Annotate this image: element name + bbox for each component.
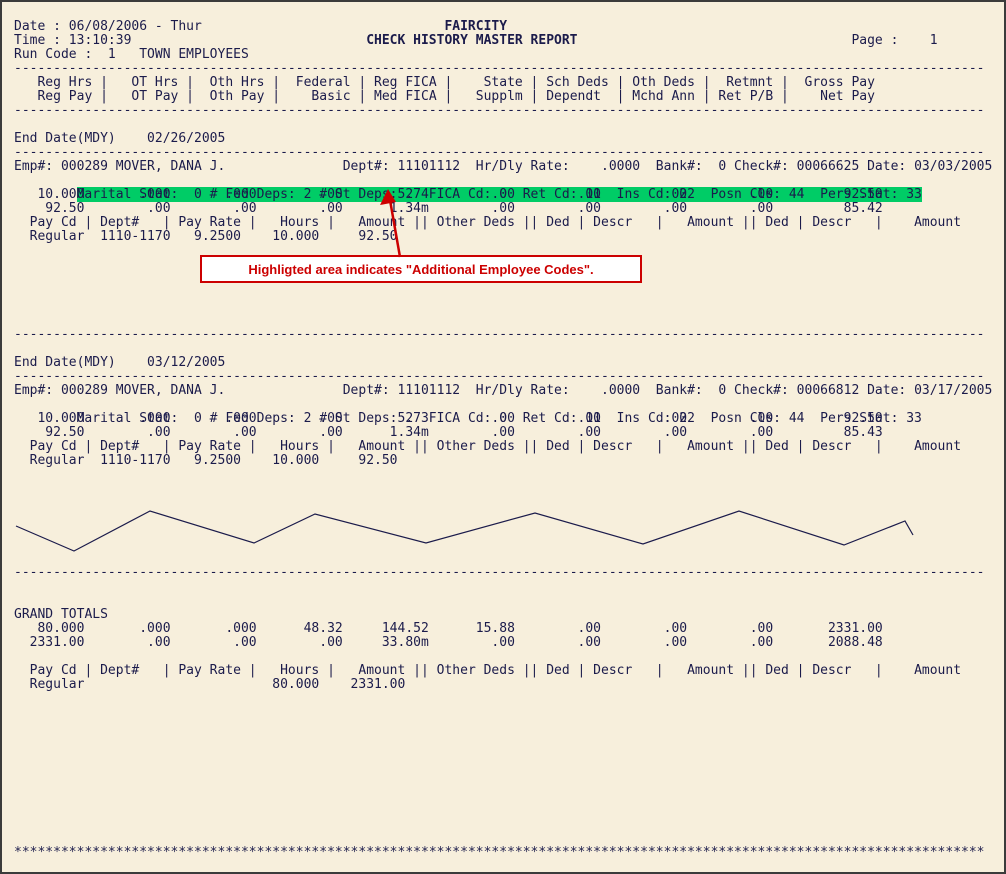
grand-totals-label: GRAND TOTALS — [14, 608, 992, 622]
end-date-label: End Date(MDY) — [14, 132, 116, 146]
pay-totals-row: 10.000 .000 .000 .00 5.74 .00 .00 .00 .0… — [14, 188, 992, 202]
pay-detail-header: Pay Cd | Dept# | Pay Rate | Hours | Amou… — [14, 216, 992, 230]
report-date: Date : 06/08/2006 - Thur — [14, 20, 202, 34]
page-break-zigzag — [12, 498, 914, 560]
pay-totals-row: 10.000 .000 .000 .00 5.73 .00 .00 .00 .0… — [14, 412, 992, 426]
pay-detail-header: Pay Cd | Dept# | Pay Rate | Hours | Amou… — [14, 664, 992, 678]
employee-codes-line-highlighted: Marital Stat: 0 # Fed Deps: 2 # St Deps:… — [14, 174, 992, 188]
report-time-title-line: Time : 13:10:39 CHECK HISTORY MASTER REP… — [14, 34, 992, 48]
pay-totals-row: 92.50 .00 .00 .00 1.34m .00 .00 .00 .00 … — [14, 202, 992, 216]
report-date-line: Date : 06/08/2006 - Thur FAIRCITY — [14, 20, 992, 34]
annotation-box: Highligted area indicates "Additional Em… — [200, 255, 642, 283]
pay-totals-row: 92.50 .00 .00 .00 1.34m .00 .00 .00 .00 … — [14, 426, 992, 440]
end-date-line-1: End Date(MDY) 02/26/2005 — [14, 132, 992, 146]
pay-detail-row: Regular 1110-1170 9.2500 10.000 92.50 — [14, 230, 992, 244]
employee-codes-line: Marital Stat: 0 # Fed Deps: 2 # St Deps:… — [14, 398, 992, 412]
employee-dept-check-info: Dept#: 11101112 Hr/Dly Rate: .0000 Bank#… — [343, 160, 993, 174]
annotation-text: Highligted area indicates "Additional Em… — [248, 262, 593, 277]
spacer — [14, 342, 992, 356]
grand-totals-row: 80.000 .000 .000 48.32 144.52 15.88 .00 … — [14, 622, 992, 636]
asterisk-footer: ****************************************… — [14, 846, 992, 860]
separator-dash: ----------------------------------------… — [14, 370, 992, 384]
spacer — [14, 692, 992, 846]
spacer — [14, 580, 992, 608]
end-date-label: End Date(MDY) — [14, 356, 116, 370]
spacer — [14, 650, 992, 664]
employee-header-2: Emp#: 000289 MOVER, DANA J. Dept#: 11101… — [14, 384, 992, 398]
pay-detail-row: Regular 1110-1170 9.2500 10.000 92.50 — [14, 454, 992, 468]
end-date-line-2: End Date(MDY) 03/12/2005 — [14, 356, 992, 370]
employee-header-1: Emp#: 000289 MOVER, DANA J. Dept#: 11101… — [14, 160, 992, 174]
check-history-report: Date : 06/08/2006 - Thur FAIRCITY Time :… — [2, 2, 1004, 872]
separator-dash: ----------------------------------------… — [14, 146, 992, 160]
column-headers-row-2: Reg Pay | OT Pay | Oth Pay | Basic | Med… — [14, 90, 992, 104]
separator-dash: ----------------------------------------… — [14, 62, 992, 76]
separator-dash: ----------------------------------------… — [14, 104, 992, 118]
annotation-arrow-icon — [374, 188, 410, 260]
pay-detail-header: Pay Cd | Dept# | Pay Rate | Hours | Amou… — [14, 440, 992, 454]
employee-id-name: Emp#: 000289 MOVER, DANA J. — [14, 160, 225, 174]
employee-id-name: Emp#: 000289 MOVER, DANA J. — [14, 384, 225, 398]
report-title: CHECK HISTORY MASTER REPORT — [366, 34, 577, 48]
run-code-line: Run Code : 1 TOWN EMPLOYEES — [14, 48, 992, 62]
separator-dash: ----------------------------------------… — [14, 566, 992, 580]
report-time: Time : 13:10:39 — [14, 34, 131, 48]
employee-dept-check-info: Dept#: 11101112 Hr/Dly Rate: .0000 Bank#… — [343, 384, 993, 398]
end-date-value: 03/12/2005 — [147, 356, 225, 370]
grand-totals-row: 2331.00 .00 .00 .00 33.80m .00 .00 .00 .… — [14, 636, 992, 650]
spacer — [14, 118, 992, 132]
grand-totals-detail-row: Regular 80.000 2331.00 — [14, 678, 992, 692]
separator-dash: ----------------------------------------… — [14, 328, 992, 342]
company-name: FAIRCITY — [444, 20, 507, 34]
report-page: Date : 06/08/2006 - Thur FAIRCITY Time :… — [0, 0, 1006, 874]
end-date-value: 02/26/2005 — [147, 132, 225, 146]
page-number: Page : 1 — [851, 34, 937, 48]
column-headers-row-1: Reg Hrs | OT Hrs | Oth Hrs | Federal | R… — [14, 76, 992, 90]
